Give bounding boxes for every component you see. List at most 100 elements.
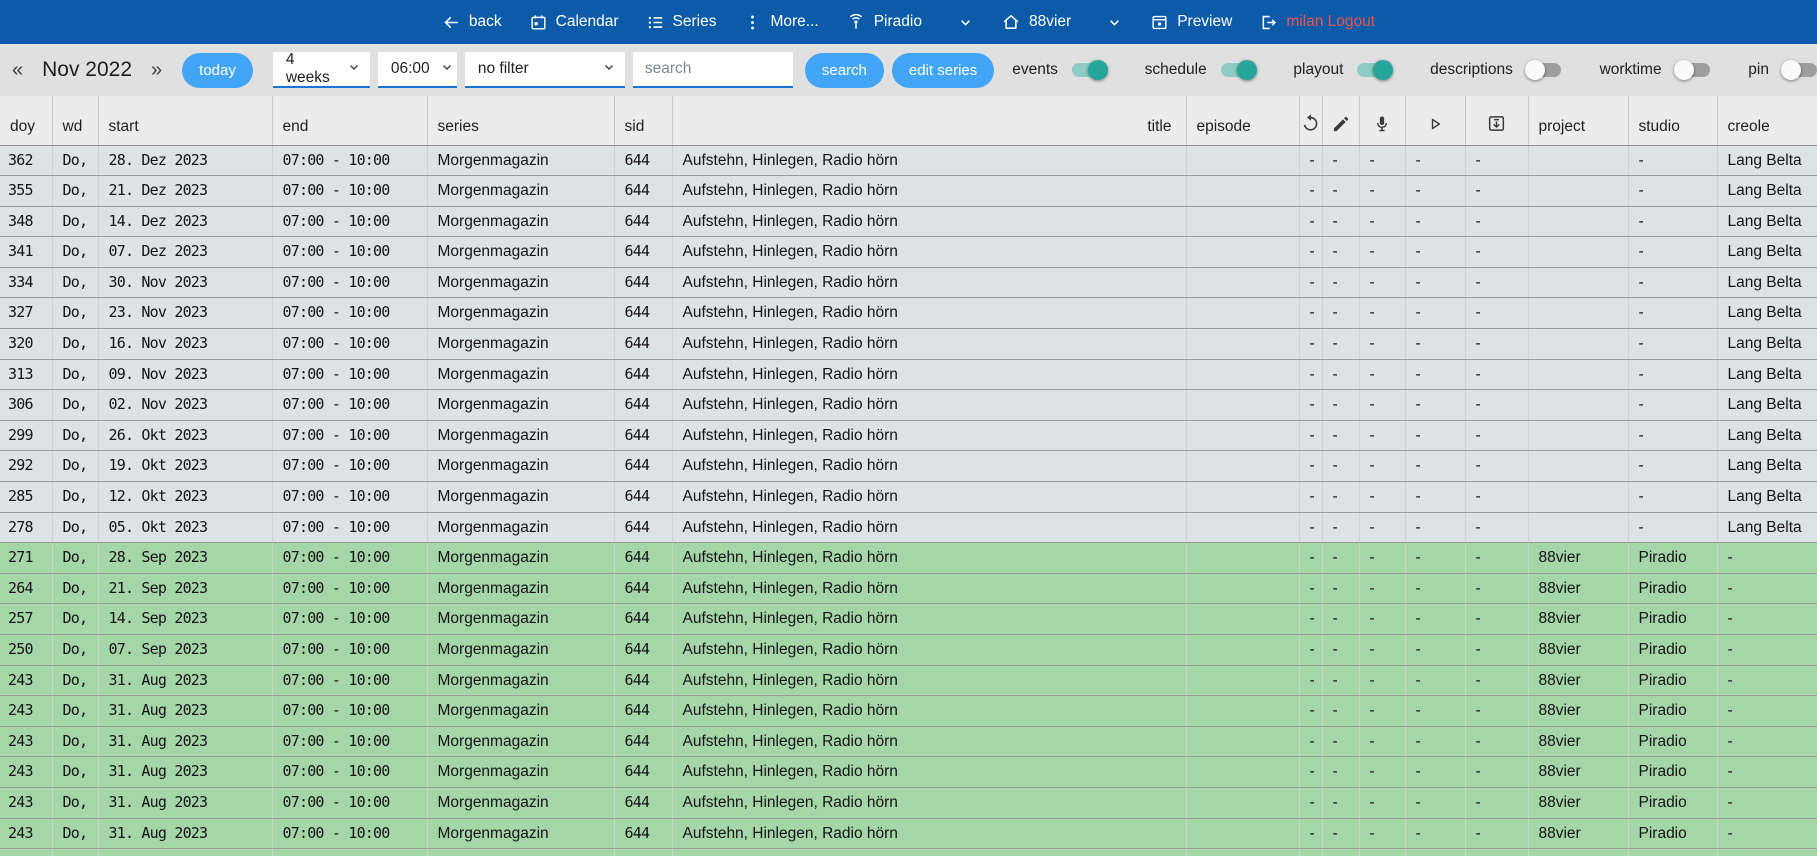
range-select[interactable]: 4 weeks (273, 52, 370, 88)
cell-series: Morgenmagazin (427, 329, 614, 360)
next-month-button[interactable]: » (145, 57, 168, 84)
toggle-events[interactable] (1072, 63, 1106, 77)
table-row[interactable]: 243Do,31. Aug 202307:00 - 10:00Morgenmag… (0, 696, 1817, 727)
nav-logout[interactable]: milan Logout (1259, 13, 1375, 32)
cell-wd: Do, (52, 329, 98, 360)
station-dropdown[interactable] (957, 14, 974, 31)
table-row[interactable]: 250Do,07. Sep 202307:00 - 10:00Morgenmag… (0, 635, 1817, 666)
table-row[interactable]: 334Do,30. Nov 202307:00 - 10:00Morgenmag… (0, 267, 1817, 298)
prev-month-button[interactable]: « (6, 57, 29, 84)
table-row[interactable]: 341Do,07. Dez 202307:00 - 10:00Morgenmag… (0, 237, 1817, 268)
cell-start: 12. Okt 2023 (98, 482, 272, 513)
filter-select[interactable]: no filter (465, 52, 625, 88)
nav-more[interactable]: More... (743, 13, 818, 32)
cell-episode (1186, 849, 1299, 856)
nav-station[interactable]: Piradio (846, 12, 922, 32)
toggle-playout[interactable] (1357, 63, 1391, 77)
search-input[interactable] (633, 52, 793, 88)
toggle-pin[interactable] (1783, 63, 1817, 77)
table-row[interactable]: 243Do,31. Aug 202307:00 - 10:00Morgenmag… (0, 818, 1817, 849)
cell-project (1528, 849, 1628, 856)
nav-site[interactable]: 88vier (1001, 12, 1071, 32)
nav-calendar[interactable]: Calendar (529, 13, 619, 32)
cell-archive: - (1465, 482, 1528, 513)
cell-archive: - (1465, 451, 1528, 482)
cell-sid: 644 (614, 665, 672, 696)
cell-doy: 285 (0, 482, 52, 513)
cell-sid: 644 (614, 359, 672, 390)
nav-back[interactable]: back (442, 13, 502, 32)
table-row[interactable]: 320Do,16. Nov 202307:00 - 10:00Morgenmag… (0, 329, 1817, 360)
cell-series: Morgenmagazin (427, 726, 614, 757)
column-header-undo (1299, 96, 1322, 145)
cell-mic: - (1359, 206, 1405, 237)
table-row[interactable]: 313Do,09. Nov 202307:00 - 10:00Morgenmag… (0, 359, 1817, 390)
cell-creole: Lang Belta (1717, 145, 1817, 176)
toggle-descriptions[interactable] (1527, 63, 1561, 77)
nav-series[interactable]: Series (646, 13, 717, 32)
cell-sid: 644 (614, 573, 672, 604)
table-row[interactable]: 362Do,28. Dez 202307:00 - 10:00Morgenmag… (0, 145, 1817, 176)
table-row[interactable]: 271Do,28. Sep 202307:00 - 10:00Morgenmag… (0, 543, 1817, 574)
edit-series-button[interactable]: edit series (892, 53, 994, 88)
cell-project (1528, 298, 1628, 329)
table-row[interactable]: 243Do,31. Aug 202307:00 - 10:00Morgenmag… (0, 665, 1817, 696)
cell-studio: Piradio (1628, 635, 1717, 666)
table-row[interactable]: 306Do,02. Nov 202307:00 - 10:00Morgenmag… (0, 390, 1817, 421)
cell-mic (1359, 849, 1405, 856)
cell-series (427, 849, 614, 856)
table-row[interactable]: 355Do,21. Dez 202307:00 - 10:00Morgenmag… (0, 176, 1817, 207)
cell-undo: - (1299, 787, 1322, 818)
table-row-partial[interactable] (0, 849, 1817, 856)
cell-studio: Piradio (1628, 818, 1717, 849)
time-select[interactable]: 06:00 (378, 52, 457, 88)
search-button[interactable]: search (805, 53, 884, 88)
column-header-label: project (1539, 118, 1586, 135)
cell-archive: - (1465, 176, 1528, 207)
cell-undo: - (1299, 696, 1322, 727)
cell-episode (1186, 298, 1299, 329)
cell-series: Morgenmagazin (427, 267, 614, 298)
table-row[interactable]: 257Do,14. Sep 202307:00 - 10:00Morgenmag… (0, 604, 1817, 635)
cell-episode (1186, 757, 1299, 788)
cell-end: 07:00 - 10:00 (272, 237, 427, 268)
cell-studio: - (1628, 420, 1717, 451)
cell-archive: - (1465, 298, 1528, 329)
cell-doy: 243 (0, 787, 52, 818)
cell-series: Morgenmagazin (427, 359, 614, 390)
table-row[interactable]: 327Do,23. Nov 202307:00 - 10:00Morgenmag… (0, 298, 1817, 329)
table-row[interactable]: 348Do,14. Dez 202307:00 - 10:00Morgenmag… (0, 206, 1817, 237)
cell-episode (1186, 543, 1299, 574)
toggle-schedule[interactable] (1221, 63, 1255, 77)
toggle-knob (1237, 60, 1257, 80)
site-dropdown[interactable] (1106, 14, 1123, 31)
cell-sid: 644 (614, 787, 672, 818)
cell-doy: 264 (0, 573, 52, 604)
table-row[interactable]: 264Do,21. Sep 202307:00 - 10:00Morgenmag… (0, 573, 1817, 604)
cell-creole: - (1717, 696, 1817, 727)
table-row[interactable]: 292Do,19. Okt 202307:00 - 10:00Morgenmag… (0, 451, 1817, 482)
cell-start: 02. Nov 2023 (98, 390, 272, 421)
table-row[interactable]: 243Do,31. Aug 202307:00 - 10:00Morgenmag… (0, 726, 1817, 757)
table-row[interactable]: 243Do,31. Aug 202307:00 - 10:00Morgenmag… (0, 757, 1817, 788)
cell-play: - (1405, 359, 1465, 390)
cell-project (1528, 145, 1628, 176)
table-row[interactable]: 299Do,26. Okt 202307:00 - 10:00Morgenmag… (0, 420, 1817, 451)
cell-wd: Do, (52, 359, 98, 390)
toggle-row-events: events (1012, 61, 1106, 79)
cell-play: - (1405, 635, 1465, 666)
cell-wd: Do, (52, 267, 98, 298)
toggle-worktime[interactable] (1676, 63, 1710, 77)
table-row[interactable]: 278Do,05. Okt 202307:00 - 10:00Morgenmag… (0, 512, 1817, 543)
nav-preview[interactable]: Preview (1150, 13, 1232, 32)
toggle-row-playout: playout (1293, 61, 1391, 79)
cell-start: 31. Aug 2023 (98, 818, 272, 849)
today-button[interactable]: today (182, 53, 253, 88)
cell-creole: - (1717, 726, 1817, 757)
cell-title: Aufstehn, Hinlegen, Radio hörn (672, 420, 1186, 451)
cell-studio: - (1628, 359, 1717, 390)
cell-edit: - (1322, 237, 1359, 268)
cell-archive: - (1465, 604, 1528, 635)
table-row[interactable]: 243Do,31. Aug 202307:00 - 10:00Morgenmag… (0, 787, 1817, 818)
table-row[interactable]: 285Do,12. Okt 202307:00 - 10:00Morgenmag… (0, 482, 1817, 513)
